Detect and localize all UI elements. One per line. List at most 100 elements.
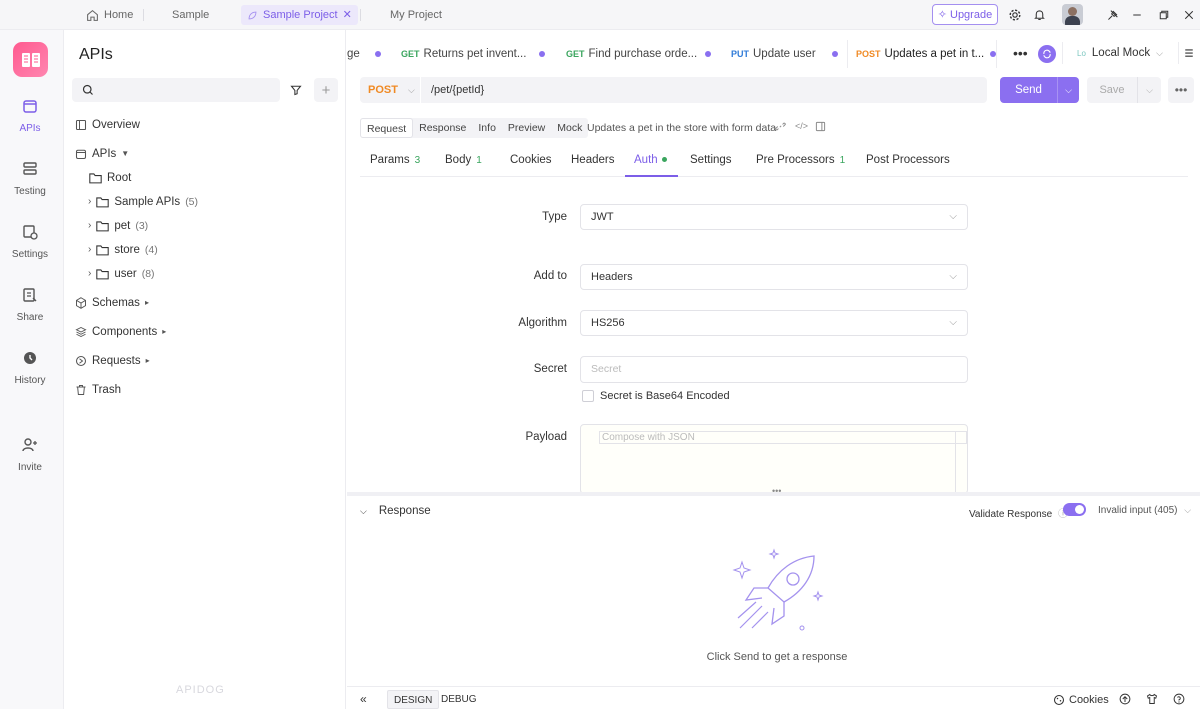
tree-item-apis[interactable]: APIs ▼: [75, 144, 129, 164]
save-label: Save: [1099, 84, 1125, 96]
tab-my-project[interactable]: My Project: [390, 5, 442, 25]
chevron-down-icon: ⌵: [949, 317, 957, 328]
tree-item-store[interactable]: › store (4): [88, 240, 158, 260]
status-select-value: Invalid input (405): [1098, 505, 1178, 516]
url-input[interactable]: /pet/{petId}: [421, 77, 987, 103]
request-tab[interactable]: GET Returns pet invent...: [401, 40, 529, 68]
request-tab-label: Updates a pet in t...: [884, 48, 985, 60]
close-icon[interactable]: ✕: [343, 5, 352, 25]
tab-headers[interactable]: Headers: [571, 154, 614, 166]
algorithm-select[interactable]: HS256 ⌵: [580, 310, 968, 336]
tree-item-pet[interactable]: › pet (3): [88, 216, 148, 236]
addto-label: Add to: [533, 270, 567, 282]
upload-icon[interactable]: [1119, 693, 1131, 708]
subtab-info[interactable]: Info: [472, 118, 502, 138]
panel-resize-handle[interactable]: •••: [347, 486, 1200, 496]
tab-body[interactable]: Body 1: [445, 154, 482, 166]
link-icon[interactable]: [775, 121, 786, 135]
tab-cookies[interactable]: Cookies: [510, 154, 552, 166]
menu-button[interactable]: [1178, 42, 1198, 64]
tab-sample[interactable]: Sample: [172, 5, 209, 25]
debug-mode-button[interactable]: DEBUG: [435, 690, 483, 709]
add-button[interactable]: +: [314, 78, 338, 102]
subtab-response[interactable]: Response: [413, 118, 472, 138]
tab-home[interactable]: Home: [86, 5, 133, 25]
payload-input[interactable]: Compose with JSON: [599, 431, 967, 444]
tree-item-root[interactable]: Root: [89, 168, 131, 188]
search-input[interactable]: [72, 78, 280, 102]
environment-select[interactable]: Lo Local Mock ⌵: [1062, 42, 1172, 64]
rail-item-settings[interactable]: Settings: [0, 224, 60, 260]
subtab-request[interactable]: Request: [360, 118, 414, 138]
rail-item-share[interactable]: Share: [0, 287, 60, 323]
upgrade-button[interactable]: ✧ Upgrade: [932, 4, 998, 25]
overview-icon: [75, 119, 87, 131]
base64-checkbox[interactable]: [582, 390, 594, 402]
avatar[interactable]: [1062, 4, 1083, 25]
sync-button[interactable]: [1038, 45, 1056, 63]
pin-icon[interactable]: [1104, 7, 1120, 23]
secret-label: Secret: [533, 363, 567, 375]
send-button[interactable]: Send ⌵: [1000, 77, 1079, 103]
addto-select[interactable]: Headers ⌵: [580, 264, 968, 290]
tree-item-components[interactable]: Components ▸: [75, 322, 166, 342]
filter-button[interactable]: [284, 78, 308, 102]
save-dropdown-icon[interactable]: ⌵: [1137, 77, 1161, 103]
tab-body-count: 1: [476, 155, 482, 166]
rail-item-share-label: Share: [16, 312, 44, 323]
type-select[interactable]: JWT ⌵: [580, 204, 968, 230]
save-button[interactable]: Save ⌵: [1087, 77, 1161, 103]
request-tab-label: Returns pet invent...: [423, 48, 527, 60]
tab-auth[interactable]: Auth: [634, 154, 667, 166]
more-tabs-icon[interactable]: •••: [1013, 40, 1028, 68]
request-tab[interactable]: PUT Update user: [731, 40, 821, 68]
method-select[interactable]: POST ⌵: [360, 77, 420, 103]
tab-post-processors[interactable]: Post Processors: [866, 154, 950, 166]
response-title: Response: [378, 505, 431, 517]
tree-count: (3): [135, 220, 149, 232]
close-window-icon[interactable]: [1181, 7, 1197, 23]
collapse-sidebar-icon[interactable]: «: [360, 692, 367, 706]
tree-item-requests[interactable]: Requests ▸: [75, 351, 150, 371]
shirt-icon[interactable]: [1146, 693, 1158, 708]
subtab-preview[interactable]: Preview: [502, 118, 551, 138]
tab-pre-processors[interactable]: Pre Processors 1: [756, 154, 845, 166]
request-tab[interactable]: ge: [347, 40, 367, 68]
more-actions-button[interactable]: •••: [1168, 77, 1194, 103]
rail-item-invite[interactable]: Invite: [0, 437, 60, 473]
tree-item-overview[interactable]: Overview: [75, 115, 140, 135]
rail-item-apis-label: APIs: [19, 123, 41, 134]
gear-icon[interactable]: [1007, 7, 1023, 23]
rail-item-apis[interactable]: APIs: [0, 98, 60, 134]
tab-params[interactable]: Params 3: [370, 154, 420, 166]
request-tab-active[interactable]: POST Updates a pet in t...: [847, 40, 997, 68]
secret-input[interactable]: Secret: [580, 356, 968, 383]
tree-item-schemas[interactable]: Schemas ▸: [75, 293, 149, 313]
rail-item-testing[interactable]: Testing: [0, 161, 60, 197]
cookies-button[interactable]: Cookies: [1053, 694, 1109, 706]
response-header[interactable]: ⌵ Response: [360, 505, 431, 517]
panel-icon[interactable]: [815, 121, 826, 135]
help-circle-icon[interactable]: [1173, 693, 1185, 708]
left-rail: APIs Testing Settings Share History Invi…: [0, 30, 64, 709]
tree-item-trash[interactable]: Trash: [75, 380, 121, 400]
tab-sample-label: Sample: [172, 9, 210, 21]
algorithm-value: HS256: [591, 317, 625, 329]
tree-item-sample-apis[interactable]: › Sample APIs (5): [88, 192, 198, 212]
request-tab[interactable]: GET Find purchase orde...: [566, 40, 698, 68]
design-mode-button[interactable]: DESIGN: [387, 690, 440, 709]
code-icon[interactable]: </>: [795, 121, 808, 131]
tab-sample-project-label: Sample Project: [263, 9, 338, 21]
subtab-mock[interactable]: Mock: [551, 118, 588, 138]
tab-settings[interactable]: Settings: [690, 154, 732, 166]
tab-sample-project[interactable]: Sample Project ✕: [241, 5, 358, 25]
validate-toggle[interactable]: [1063, 503, 1086, 516]
bell-icon[interactable]: [1031, 7, 1047, 23]
tree-item-user[interactable]: › user (8): [88, 264, 155, 284]
send-dropdown-icon[interactable]: ⌵: [1057, 77, 1079, 103]
unsaved-dot: [375, 51, 381, 57]
restore-icon[interactable]: [1156, 7, 1172, 23]
status-select[interactable]: Invalid input (405) ⌵: [1098, 505, 1191, 516]
minimize-icon[interactable]: [1129, 7, 1145, 23]
rail-item-history[interactable]: History: [0, 350, 60, 386]
